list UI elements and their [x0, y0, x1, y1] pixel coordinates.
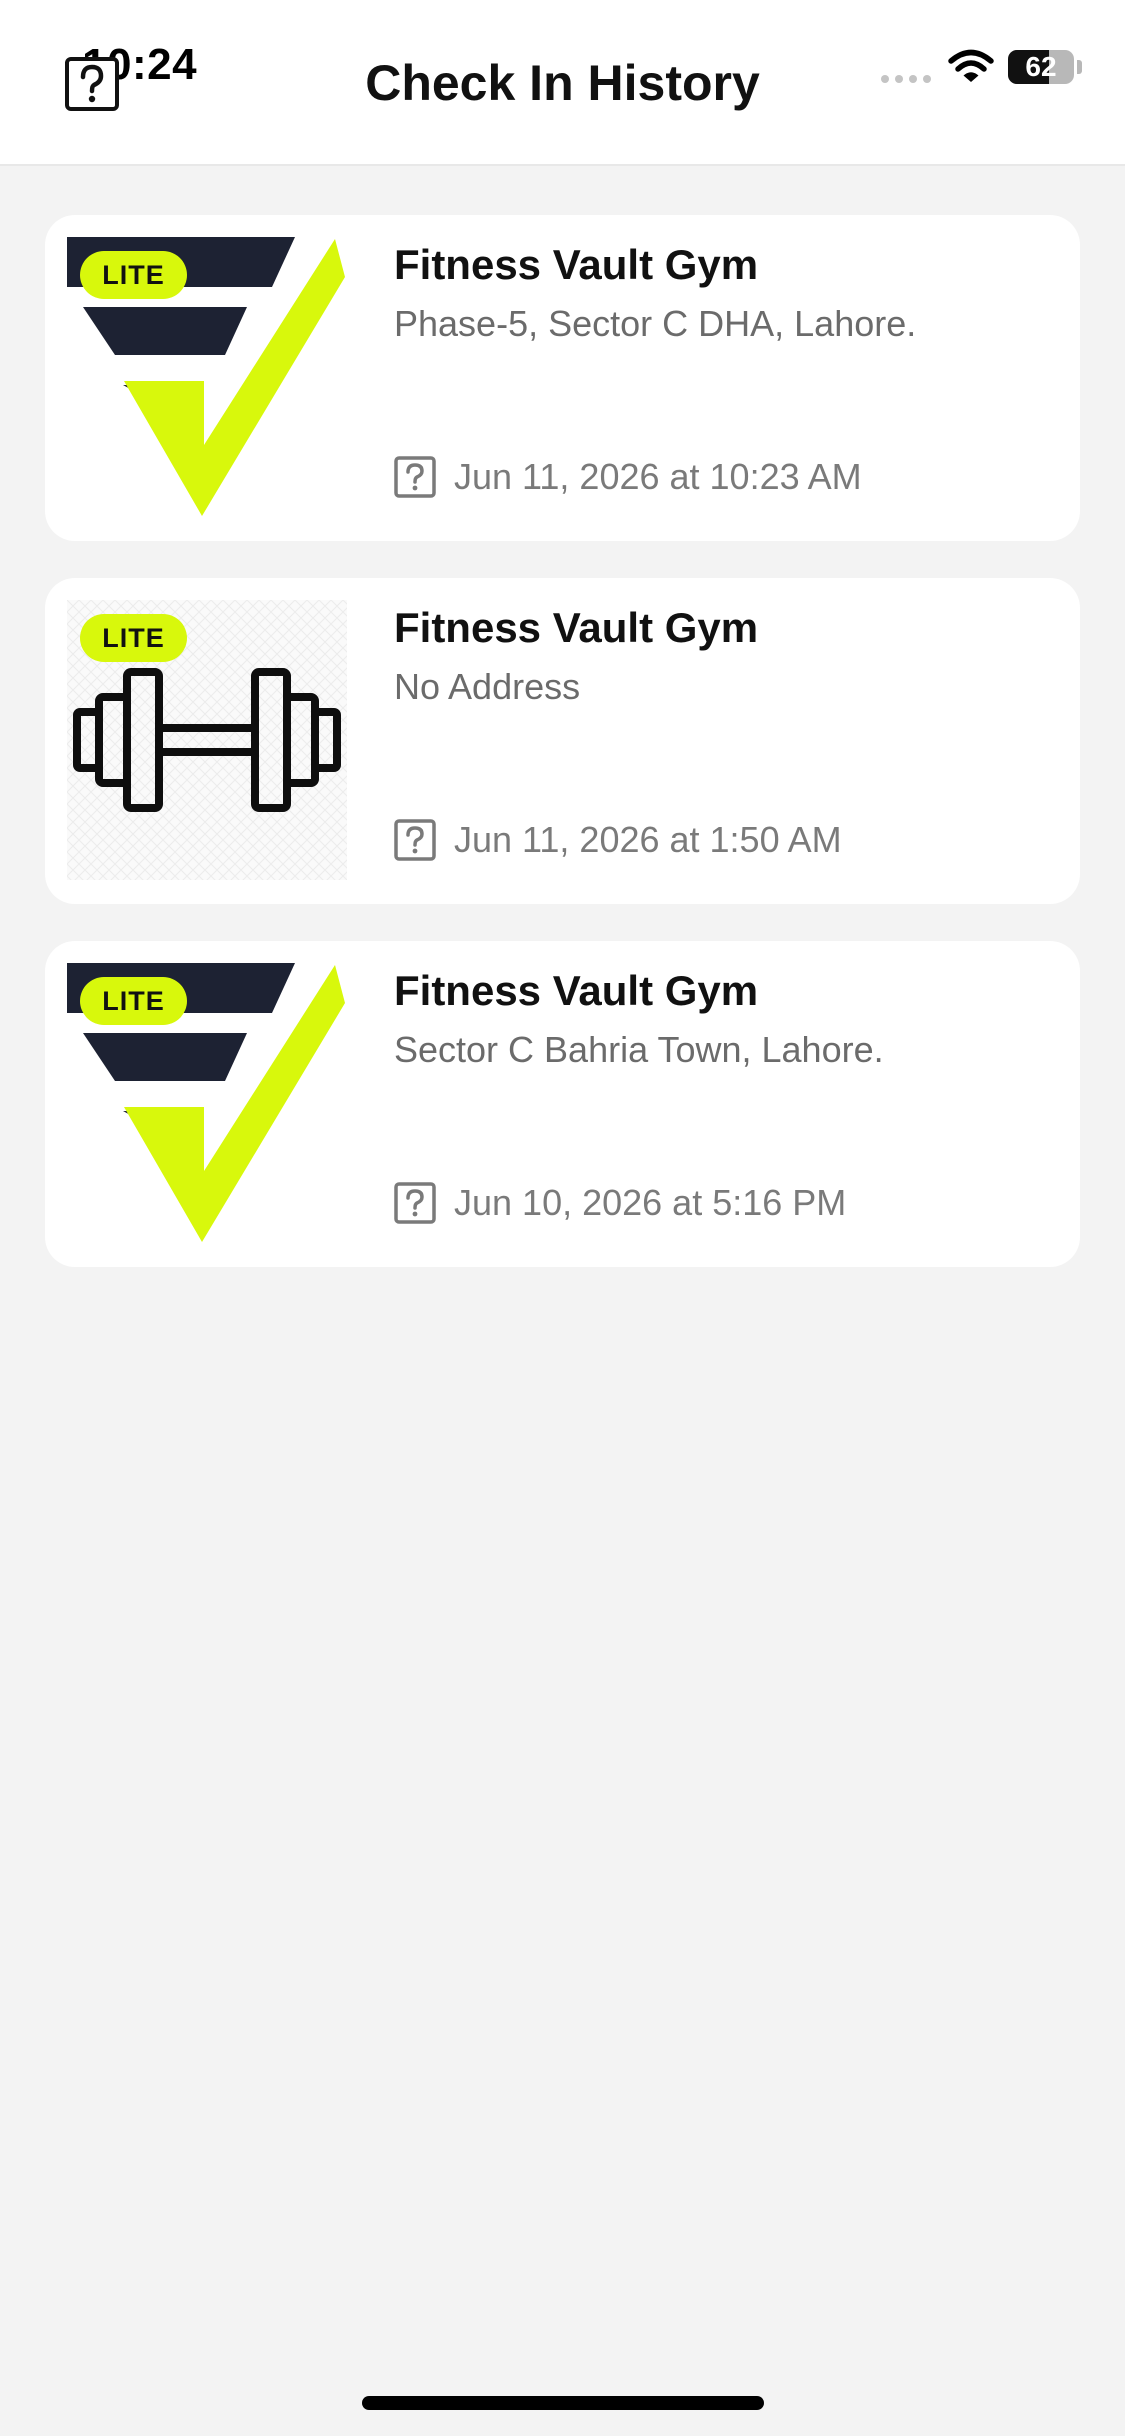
checkin-time: Jun 10, 2026 at 5:16 PM [454, 1182, 847, 1223]
gym-address: Phase-5, Sector C DHA, Lahore. [394, 303, 917, 344]
back-icon[interactable] [64, 56, 120, 112]
checkin-list: LITE Fitness Vault Gym Phase-5, Sector C… [45, 215, 1080, 1304]
lite-badge: LITE [80, 977, 187, 1025]
gym-name: Fitness Vault Gym [394, 241, 759, 288]
screen: 10:24 Check In History 62 LITE Fitness V… [0, 0, 1125, 2436]
gym-name: Fitness Vault Gym [394, 967, 759, 1014]
gym-name: Fitness Vault Gym [394, 604, 759, 651]
battery-level: 62 [1025, 51, 1057, 82]
checkin-time-row: Jun 11, 2026 at 10:23 AM [394, 455, 862, 499]
checkin-time-row: Jun 11, 2026 at 1:50 AM [394, 818, 842, 862]
gym-address: No Address [394, 666, 581, 707]
battery-nub [1077, 60, 1082, 74]
checkin-time: Jun 11, 2026 at 10:23 AM [454, 456, 862, 497]
gym-address: Sector C Bahria Town, Lahore. [394, 1029, 884, 1070]
wifi-icon [948, 49, 994, 82]
checkin-time: Jun 11, 2026 at 1:50 AM [454, 819, 842, 860]
clock-icon [394, 1182, 436, 1224]
clock-icon [394, 456, 436, 498]
cellular-signal-icon [881, 75, 931, 83]
checkin-card[interactable]: LITE Fitness Vault Gym No Address Jun 11… [45, 578, 1080, 904]
lite-badge: LITE [80, 251, 187, 299]
checkin-card[interactable]: LITE Fitness Vault Gym Phase-5, Sector C… [45, 215, 1080, 541]
battery-indicator: 62 [1008, 50, 1074, 84]
header: 10:24 Check In History 62 [0, 0, 1125, 166]
checkin-card[interactable]: LITE Fitness Vault Gym Sector C Bahria T… [45, 941, 1080, 1267]
clock-icon [394, 819, 436, 861]
checkin-time-row: Jun 10, 2026 at 5:16 PM [394, 1181, 846, 1225]
home-indicator[interactable] [362, 2396, 764, 2410]
lite-badge: LITE [80, 614, 187, 662]
